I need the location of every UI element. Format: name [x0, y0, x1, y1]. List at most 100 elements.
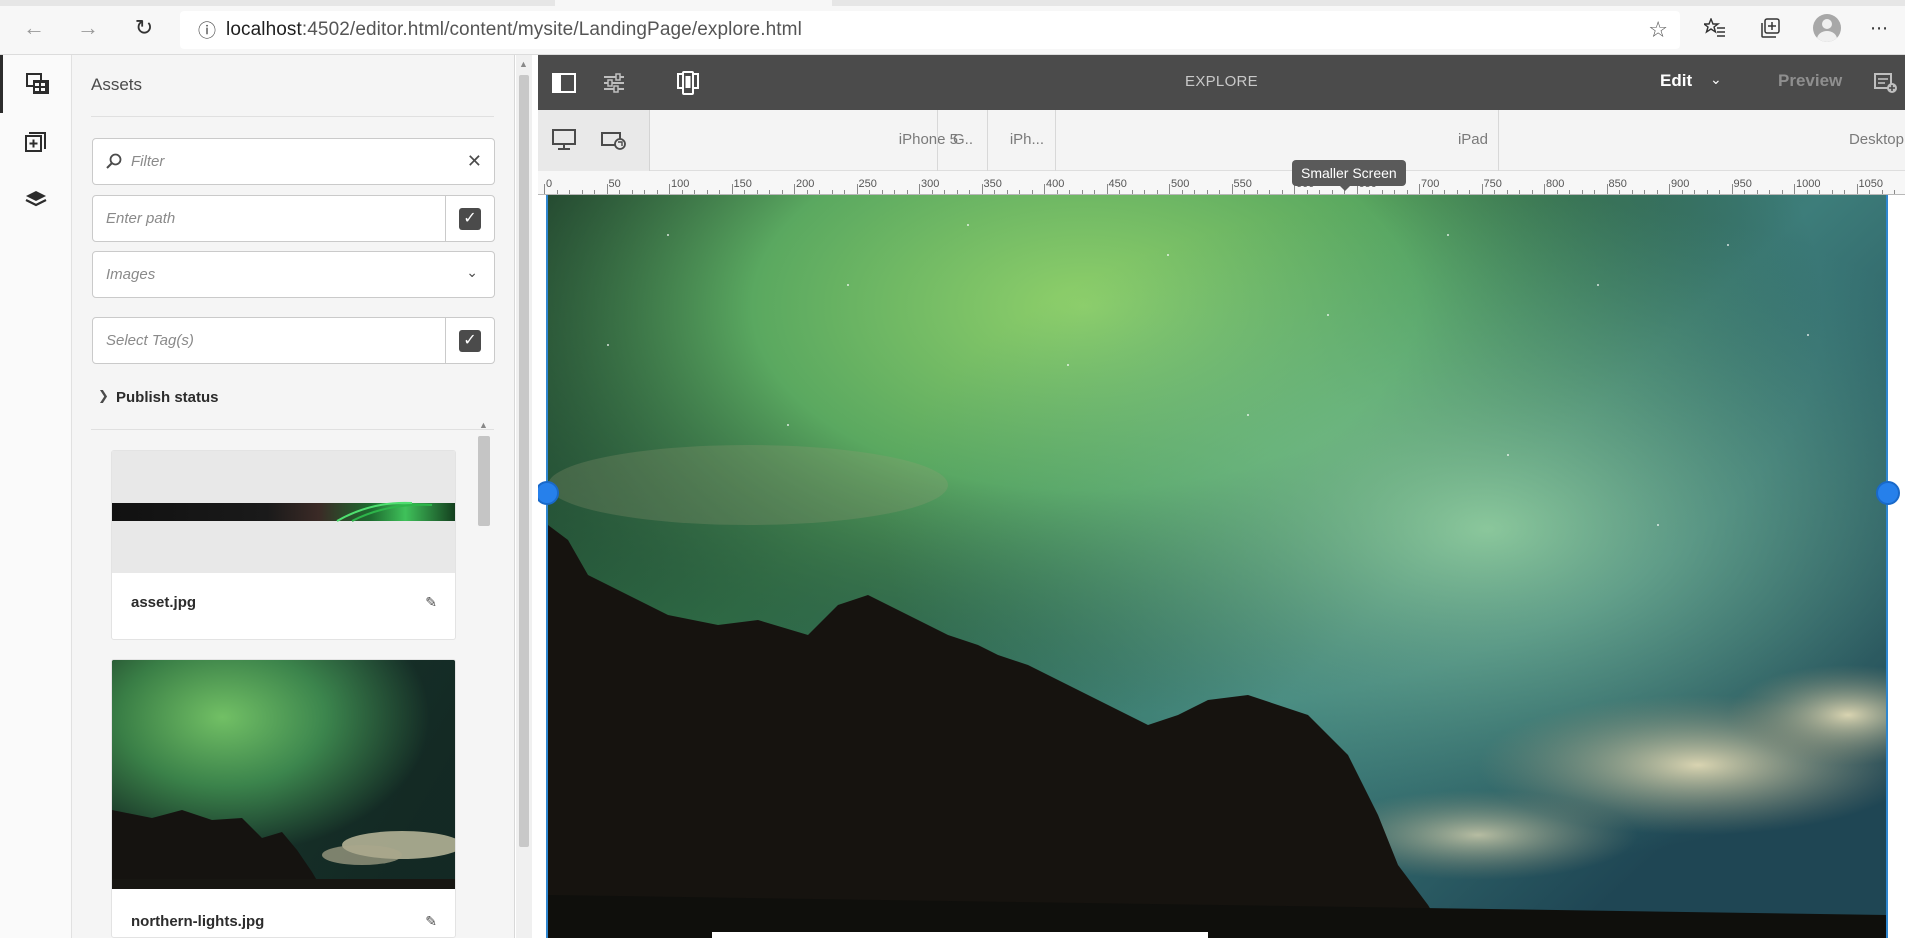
- edit-pencil-icon[interactable]: ✎: [425, 594, 437, 611]
- url-path: :4502/editor.html/content/mysite/Landing…: [301, 19, 802, 40]
- ruler-tick: [881, 190, 883, 194]
- device-ipad[interactable]: iPad: [1418, 131, 1488, 148]
- device-iphone5[interactable]: iPhone 5: [838, 131, 958, 148]
- asset-type-select[interactable]: Images ⌄: [92, 251, 495, 298]
- ruler-tick: [1619, 190, 1620, 194]
- ruler-tick: [1844, 190, 1845, 194]
- collections-icon[interactable]: [1756, 13, 1786, 43]
- panel-scrollbar[interactable]: ▲: [516, 55, 532, 938]
- ruler-tick: [1456, 190, 1458, 194]
- ruler-tick: [1594, 190, 1595, 194]
- asset-card[interactable]: asset.jpg ✎: [111, 450, 456, 640]
- ruler-tick: [719, 190, 720, 194]
- scrollbar-thumb[interactable]: [519, 75, 529, 847]
- favorites-list-icon[interactable]: [1700, 13, 1730, 43]
- ruler-tick: [981, 184, 983, 194]
- asset-thumbnail: [112, 451, 455, 573]
- ruler-label: 250: [858, 178, 877, 190]
- ruler-tick: [1806, 190, 1808, 194]
- assets-tab-icon[interactable]: [0, 55, 72, 113]
- content-tree-layers-icon[interactable]: [0, 171, 72, 229]
- device-divider: [937, 110, 938, 171]
- clear-filter-icon[interactable]: ✕: [467, 151, 482, 172]
- assets-panel: Assets Filter ✕ Enter path ✓ Images ⌄ Se…: [72, 55, 532, 938]
- ruler-tick: [594, 190, 595, 194]
- scroll-up-icon[interactable]: ▲: [519, 59, 528, 69]
- emulator-controls: [538, 110, 650, 171]
- scroll-up-icon[interactable]: ▲: [479, 420, 488, 430]
- device-desktop[interactable]: Desktop: [1814, 131, 1904, 148]
- preview-button[interactable]: Preview: [1778, 71, 1842, 91]
- page-title: EXPLORE: [1185, 73, 1258, 90]
- device-iphone[interactable]: iPh...: [994, 131, 1044, 148]
- ruler-tick: [1231, 184, 1233, 194]
- ruler-tick: [619, 190, 620, 194]
- path-browse-button[interactable]: ✓: [445, 195, 494, 242]
- ruler-tick: [669, 184, 670, 194]
- scrollbar-thumb[interactable]: [478, 436, 490, 526]
- ruler-tick: [1394, 190, 1395, 194]
- ruler-tick: [994, 190, 995, 194]
- ruler-tick: [556, 190, 558, 194]
- ruler-tick: [1044, 184, 1045, 194]
- more-options-icon[interactable]: ⋯: [1864, 13, 1894, 43]
- edit-mode-selector[interactable]: Edit: [1660, 71, 1692, 91]
- url-text[interactable]: localhost:4502/editor.html/content/mysit…: [226, 19, 802, 41]
- ruler-label: 350: [983, 178, 1002, 190]
- divider: [91, 429, 494, 430]
- asset-list-scrollbar[interactable]: ▲: [475, 420, 491, 938]
- annotations-icon[interactable]: [1872, 69, 1900, 97]
- back-arrow-icon[interactable]: ←: [18, 12, 50, 44]
- ruler-tick: [844, 190, 845, 194]
- edit-pencil-icon[interactable]: ✎: [425, 913, 437, 930]
- ruler-tick: [569, 190, 570, 194]
- ruler-tick: [1194, 190, 1195, 194]
- ruler-tick: [1506, 190, 1508, 194]
- resize-handle-right[interactable]: [1876, 481, 1900, 505]
- ruler-label: 1000: [1796, 178, 1821, 190]
- divider: [91, 116, 494, 117]
- asset-thumbnail: [112, 660, 455, 889]
- emulator-bar: iPhone 5 G.. iPh... iPad Desktop: [538, 110, 1905, 171]
- reload-icon[interactable]: ↻: [128, 12, 160, 44]
- url-host: localhost: [226, 19, 302, 40]
- tags-browse-button[interactable]: ✓: [445, 317, 494, 364]
- publish-status-toggle[interactable]: Publish status: [116, 389, 219, 406]
- active-tab[interactable]: [555, 0, 832, 6]
- chevron-down-icon[interactable]: ⌄: [1710, 71, 1722, 88]
- chevron-right-icon[interactable]: ❯: [98, 388, 109, 404]
- filter-input[interactable]: Filter ✕: [92, 138, 495, 185]
- ruler-tick: [1869, 190, 1870, 194]
- components-tab-icon[interactable]: [0, 113, 72, 171]
- path-field[interactable]: Enter path ✓: [92, 195, 495, 242]
- forward-arrow-icon[interactable]: →: [72, 12, 104, 44]
- ruler-tick: [1119, 190, 1120, 194]
- ruler-tick: [744, 190, 745, 194]
- page-content-frame[interactable]: [546, 195, 1888, 938]
- ruler-tick: [1556, 190, 1558, 194]
- ruler-tick: [856, 184, 858, 194]
- profile-avatar[interactable]: [1813, 14, 1841, 42]
- ruler-tick: [1769, 190, 1770, 194]
- favorite-star-icon[interactable]: ☆: [1648, 17, 1668, 43]
- info-icon[interactable]: ⓘ: [188, 17, 226, 43]
- asset-card[interactable]: northern-lights.jpg ✎: [111, 659, 456, 938]
- ruler-label: 400: [1046, 178, 1065, 190]
- checkbox-icon: ✓: [459, 329, 481, 352]
- device-galaxy[interactable]: G..: [943, 131, 973, 148]
- ruler-label: 850: [1608, 178, 1627, 190]
- ruler-tick: [1794, 184, 1795, 194]
- ruler-tick: [769, 190, 770, 194]
- ruler-label: 950: [1733, 178, 1752, 190]
- rotate-device-icon[interactable]: [600, 126, 628, 154]
- ruler-tick: [894, 190, 895, 194]
- asset-name: northern-lights.jpg: [131, 913, 265, 930]
- ruler-tick: [1419, 184, 1420, 194]
- ruler-label: 500: [1171, 178, 1190, 190]
- address-bar[interactable]: ⓘ localhost:4502/editor.html/content/mys…: [180, 11, 1680, 49]
- desktop-monitor-icon[interactable]: [550, 126, 578, 154]
- ruler-tick: [1281, 190, 1283, 194]
- tags-field[interactable]: Select Tag(s) ✓: [92, 317, 495, 364]
- ruler-tick: [694, 190, 695, 194]
- ruler-tick: [1531, 190, 1533, 194]
